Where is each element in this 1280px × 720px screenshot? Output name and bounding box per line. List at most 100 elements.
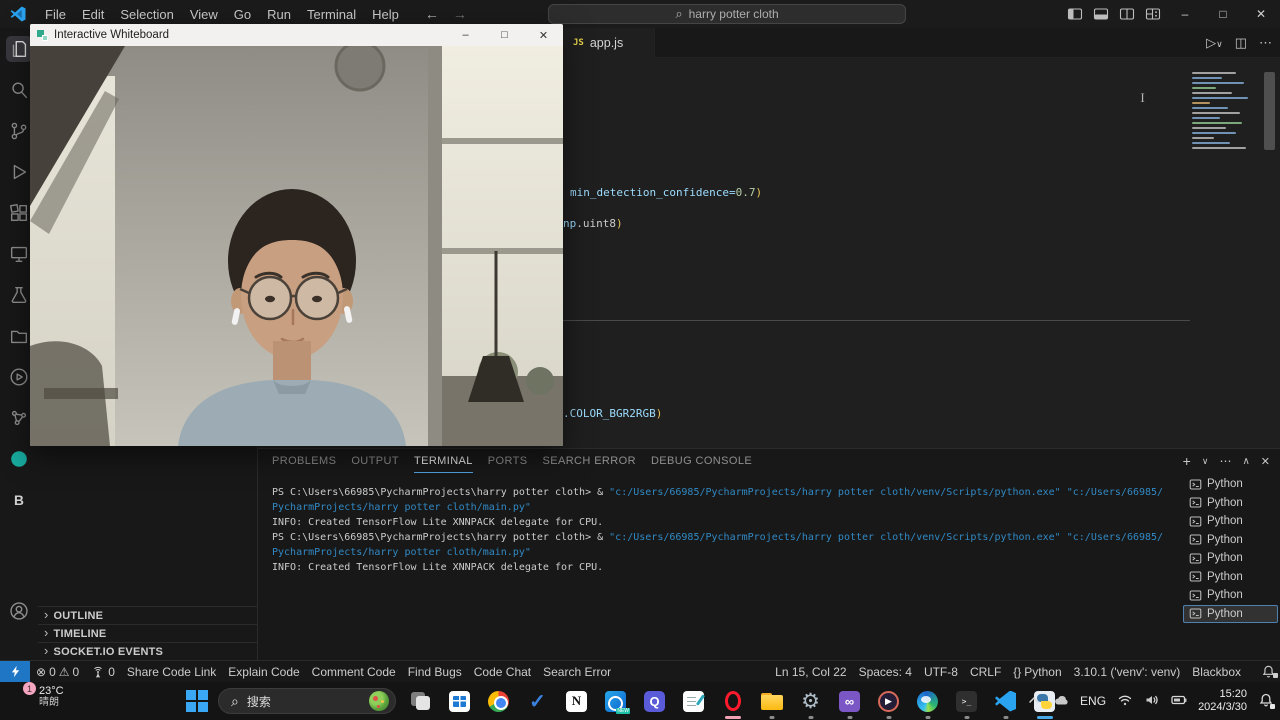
menu-file[interactable]: File — [37, 4, 74, 25]
status-share-code-link[interactable]: Share Code Link — [121, 665, 222, 679]
status-find-bugs[interactable]: Find Bugs — [402, 665, 468, 679]
taskbar-clock[interactable]: 15:20 2024/3/30 — [1198, 688, 1247, 714]
battery-icon[interactable] — [1171, 692, 1187, 711]
status-cursor-position[interactable]: Ln 15, Col 22 — [769, 665, 852, 679]
whiteboard-minimize-button[interactable]: – — [446, 24, 485, 46]
remote-explorer-icon[interactable] — [6, 241, 32, 267]
taskbar-app-settings[interactable]: ⚙ — [798, 682, 823, 720]
window-minimize-button[interactable]: – — [1166, 0, 1204, 28]
close-panel-icon[interactable]: ✕ — [1261, 455, 1270, 468]
command-center-search[interactable]: ⌕ harry potter cloth — [548, 4, 906, 24]
status-eol[interactable]: CRLF — [964, 665, 1007, 679]
taskbar-app-edge[interactable] — [915, 682, 940, 720]
taskbar-app-outlook[interactable]: NEW — [603, 682, 630, 720]
split-editor-icon[interactable] — [1114, 0, 1140, 28]
taskbar-app-opera[interactable] — [720, 682, 745, 720]
account-icon[interactable] — [6, 598, 32, 624]
terminal-process-python[interactable]: Python — [1183, 512, 1278, 531]
terminal-process-python[interactable]: Python — [1183, 494, 1278, 513]
taskbar-app-visual-studio[interactable]: ∞ — [837, 682, 862, 720]
onedrive-cloud-icon[interactable] — [1053, 692, 1069, 711]
section-socket-io-events[interactable]: › SOCKET.IO EVENTS — [38, 642, 257, 660]
terminal-process-python[interactable]: Python — [1183, 475, 1278, 494]
panel-tab-terminal[interactable]: TERMINAL — [413, 449, 473, 473]
window-maximize-button[interactable]: □ — [1204, 0, 1242, 28]
editor-scrollbar[interactable] — [1264, 72, 1275, 150]
maximize-panel-icon[interactable]: ∧ — [1242, 456, 1249, 467]
menu-view[interactable]: View — [182, 4, 226, 25]
extensions-icon[interactable] — [6, 200, 32, 226]
library-icon[interactable] — [6, 323, 32, 349]
taskbar-app-quark[interactable]: Q — [642, 682, 667, 720]
menu-selection[interactable]: Selection — [112, 4, 181, 25]
taskbar-search[interactable]: ⌕ 搜索 — [218, 688, 396, 714]
taskbar-app-notion[interactable]: N — [564, 682, 589, 720]
toggle-panel-icon[interactable] — [1088, 0, 1114, 28]
terminal-dropdown-icon[interactable]: ∨ — [1202, 456, 1209, 467]
ports-status[interactable]: 0 — [85, 665, 121, 679]
window-close-button[interactable]: ✕ — [1242, 0, 1280, 28]
status-search-error[interactable]: Search Error — [537, 665, 617, 679]
tab-appjs[interactable]: JS app.js — [563, 28, 655, 58]
taskbar-app-microsoft-todo[interactable]: ✓ — [525, 682, 550, 720]
menu-terminal[interactable]: Terminal — [299, 4, 364, 25]
toggle-sidebar-icon[interactable] — [1062, 0, 1088, 28]
explorer-icon[interactable] — [6, 36, 32, 62]
customize-layout-icon[interactable] — [1140, 0, 1166, 28]
terminal-process-python[interactable]: Python — [1183, 568, 1278, 587]
panel-more-icon[interactable]: ⋯ — [1219, 454, 1231, 468]
status-explain-code[interactable]: Explain Code — [222, 665, 305, 679]
taskbar-app-terminal[interactable]: >_ — [954, 682, 979, 720]
dependencies-icon[interactable] — [6, 405, 32, 431]
run-and-debug-icon[interactable] — [6, 159, 32, 185]
whiteboard-titlebar[interactable]: Interactive Whiteboard – □ ✕ — [30, 24, 563, 46]
status-comment-code[interactable]: Comment Code — [306, 665, 402, 679]
taskbar-app-notes[interactable] — [681, 682, 706, 720]
taskbar-app-microsoft-store[interactable] — [447, 682, 472, 720]
panel-tab-debug-console[interactable]: DEBUG CONSOLE — [651, 449, 752, 473]
menu-run[interactable]: Run — [259, 4, 299, 25]
menu-edit[interactable]: Edit — [74, 4, 112, 25]
back-arrow-icon[interactable]: ← — [425, 6, 439, 22]
section-timeline[interactable]: › TIMELINE — [38, 624, 257, 642]
notifications-bell[interactable] — [1253, 664, 1280, 679]
whiteboard-maximize-button[interactable]: □ — [485, 24, 524, 46]
input-language[interactable]: ENG — [1080, 694, 1106, 708]
wifi-icon[interactable] — [1117, 692, 1133, 711]
terminal-process-python[interactable]: Python — [1183, 604, 1278, 623]
testing-icon[interactable] — [6, 282, 32, 308]
volume-icon[interactable] — [1144, 692, 1160, 711]
search-icon[interactable] — [6, 77, 32, 103]
forward-arrow-icon[interactable]: → — [453, 6, 467, 22]
remote-indicator[interactable] — [0, 660, 30, 683]
terminal-process-python[interactable]: Python — [1183, 586, 1278, 605]
terminal-process-python[interactable]: Python — [1183, 549, 1278, 568]
status-blackbox[interactable]: Blackbox — [1186, 665, 1247, 679]
status-language[interactable]: {} Python — [1007, 665, 1067, 679]
panel-tab-ports[interactable]: PORTS — [488, 449, 528, 473]
whiteboard-close-button[interactable]: ✕ — [524, 24, 563, 46]
terminal-output[interactable]: PS C:\Users\66985\PycharmProjects\harry … — [258, 473, 1183, 661]
start-button[interactable] — [186, 690, 208, 712]
section-outline[interactable]: › OUTLINE — [38, 606, 257, 624]
tray-chevron-up-icon[interactable] — [1026, 692, 1042, 711]
split-editor-button[interactable]: ◫ — [1235, 35, 1247, 51]
taskbar-app-media-player[interactable]: ▶ — [876, 682, 901, 720]
taskbar-app-vscode[interactable] — [993, 682, 1018, 720]
panel-tab-search-error[interactable]: SEARCH ERROR — [543, 449, 636, 473]
interactive-whiteboard-window[interactable]: Interactive Whiteboard – □ ✕ — [30, 24, 563, 446]
taskbar-app-file-explorer[interactable] — [759, 682, 784, 720]
panel-tab-output[interactable]: OUTPUT — [351, 449, 399, 473]
problems-status[interactable]: ⊗ 0 ⚠ 0 — [30, 665, 85, 679]
terminal-process-python[interactable]: Python — [1183, 531, 1278, 550]
source-control-icon[interactable] — [6, 118, 32, 144]
status-code-chat[interactable]: Code Chat — [468, 665, 537, 679]
status-encoding[interactable]: UTF-8 — [918, 665, 964, 679]
run-file-button[interactable]: ▷∨ — [1206, 35, 1223, 51]
new-terminal-icon[interactable]: + — [1183, 453, 1191, 469]
teal-extension-icon[interactable] — [6, 446, 32, 472]
status-indentation[interactable]: Spaces: 4 — [853, 665, 918, 679]
minimap[interactable] — [1192, 72, 1254, 168]
tray-notification-bell[interactable] — [1258, 692, 1275, 711]
weather-widget[interactable]: 1 23°C 晴朗 — [8, 682, 64, 709]
